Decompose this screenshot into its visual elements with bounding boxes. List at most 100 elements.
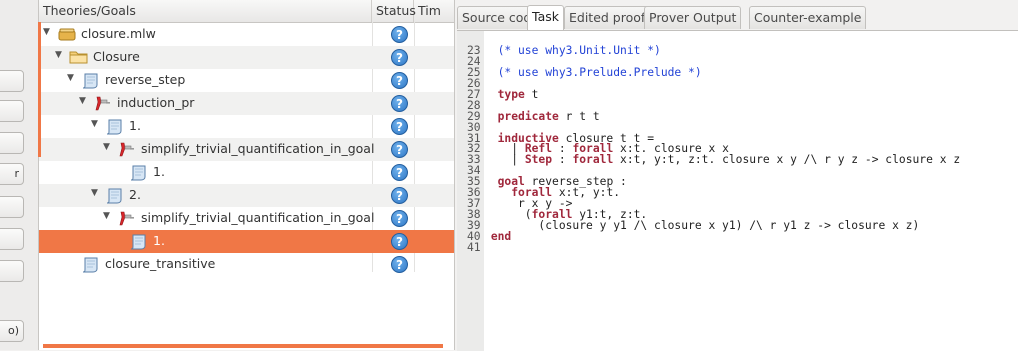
- left-toolbar: r o): [0, 0, 38, 350]
- code-line: 40 end: [467, 229, 960, 243]
- tree-row-label: 1.: [129, 118, 141, 133]
- tree-row[interactable]: ▼ Closure?: [39, 46, 454, 69]
- status-unknown-icon: ?: [391, 95, 408, 112]
- code-token: Step: [524, 153, 553, 167]
- tree-row[interactable]: ▼ induction_pr?: [39, 92, 454, 115]
- expand-arrow-icon[interactable]: ▼: [91, 119, 98, 129]
- expand-arrow-icon[interactable]: ▼: [91, 188, 98, 198]
- status-unknown-icon: ?: [391, 187, 408, 204]
- tree-row-label: simplify_trivial_quantification_in_goal: [141, 141, 375, 156]
- code-token: end: [490, 229, 512, 243]
- toolbar-button[interactable]: [0, 132, 24, 154]
- code-token: (closure y y1 /\ closure x y1) /\ r y1 z…: [484, 219, 920, 232]
- goal-scroll-icon: [81, 256, 101, 276]
- tree-row-label: reverse_step: [105, 72, 186, 87]
- code-token: r t t: [558, 109, 600, 123]
- tree-row-label: simplify_trivial_quantification_in_goal: [141, 210, 375, 225]
- goal-scroll-icon: [105, 187, 125, 207]
- tab-counter-example[interactable]: Counter-example: [749, 6, 867, 29]
- tree-row[interactable]: 1.?: [39, 230, 454, 253]
- goal-scroll-icon: [81, 72, 101, 92]
- code-line: 25 (* use why3.Prelude.Prelude *): [467, 65, 960, 79]
- status-unknown-icon: ?: [391, 210, 408, 227]
- column-theories-goals[interactable]: Theories/Goals: [39, 0, 372, 22]
- tree-row-label: closure_transitive: [105, 256, 216, 271]
- tree-row[interactable]: closure_transitive?: [39, 253, 454, 276]
- tab-edited-proof[interactable]: Edited proof: [564, 6, 651, 29]
- line-number: 41: [467, 240, 481, 254]
- code-view[interactable]: 23 (* use why3.Unit.Unit *) 24 25 (* use w…: [457, 30, 1018, 351]
- expand-arrow-icon[interactable]: ▼: [103, 142, 110, 152]
- status-unknown-icon: ?: [391, 72, 408, 89]
- expand-arrow-icon[interactable]: ▼: [43, 27, 50, 37]
- toolbar-button[interactable]: [0, 260, 24, 282]
- code-token: forall: [572, 153, 614, 167]
- goal-scroll-icon: [105, 118, 125, 138]
- expand-arrow-icon[interactable]: ▼: [67, 73, 74, 83]
- code-token: (* use why3.Prelude.Prelude *): [484, 65, 702, 79]
- code-line: 41: [467, 240, 960, 254]
- folder-icon: [69, 49, 89, 68]
- tab-prover-output[interactable]: Prover Output: [644, 6, 742, 29]
- code-token: predicate: [497, 109, 559, 123]
- code-token: x:t, y:t, z:t. closure x y /\ r y z -> c…: [613, 153, 961, 167]
- tree-row-label: induction_pr: [117, 95, 195, 110]
- tab-task[interactable]: Task: [527, 5, 564, 30]
- code-line: 29 predicate r t t: [467, 109, 960, 123]
- status-unknown-icon: ?: [391, 49, 408, 66]
- code-token: |: [484, 153, 525, 167]
- tree-row-label: 1.: [153, 164, 165, 179]
- toolbar-button[interactable]: o): [0, 320, 24, 342]
- tree-row[interactable]: ▼ 1.?: [39, 115, 454, 138]
- status-unknown-icon: ?: [391, 118, 408, 135]
- tree-row-label: closure.mlw: [81, 26, 156, 41]
- column-time[interactable]: Tim: [414, 0, 454, 22]
- tree-row-label: Closure: [93, 49, 140, 64]
- toolbar-button[interactable]: [0, 100, 24, 122]
- transformation-icon: [93, 95, 113, 115]
- code-token: (* use why3.Unit.Unit *): [484, 44, 661, 57]
- code-token: :: [552, 153, 573, 167]
- expand-arrow-icon[interactable]: ▼: [103, 211, 110, 221]
- status-unknown-icon: ?: [391, 26, 408, 43]
- goal-scroll-icon: [129, 233, 149, 253]
- code-line: 23 (* use why3.Unit.Unit *): [467, 44, 960, 57]
- tree-row[interactable]: ▼ simplify_trivial_quantification_in_goal…: [39, 207, 454, 230]
- toolbar-button[interactable]: [0, 196, 24, 218]
- file-icon: [57, 26, 77, 45]
- tree-row[interactable]: ▼ reverse_step?: [39, 69, 454, 92]
- code-line: 27 type t: [467, 87, 960, 101]
- toolbar-button[interactable]: [0, 70, 24, 92]
- tree-row[interactable]: ▼ 2.?: [39, 184, 454, 207]
- status-unknown-icon: ?: [391, 141, 408, 158]
- transformation-icon: [117, 210, 137, 230]
- proof-tree-panel: Theories/Goals Status Tim ▼ closure.mlw? ▼…: [38, 0, 455, 350]
- tree-row[interactable]: ▼ closure.mlw?: [39, 23, 454, 46]
- toolbar-button[interactable]: r: [0, 163, 24, 185]
- code-line: 26: [467, 78, 960, 90]
- code-token: t: [524, 87, 539, 101]
- code-line: 33 | Step : forall x:t, y:t, z:t. closur…: [467, 153, 961, 167]
- status-unknown-icon: ?: [391, 164, 408, 181]
- code-line: 39 (closure y y1 /\ closure x y1) /\ r y…: [467, 219, 960, 232]
- tree-row[interactable]: ▼ simplify_trivial_quantification_in_goal…: [39, 138, 454, 161]
- status-unknown-icon: ?: [391, 233, 408, 250]
- expand-arrow-icon[interactable]: ▼: [55, 50, 62, 60]
- horizontal-scrollbar[interactable]: [43, 344, 443, 348]
- column-status[interactable]: Status: [372, 0, 416, 22]
- toolbar-button[interactable]: [0, 228, 24, 250]
- status-unknown-icon: ?: [391, 256, 408, 273]
- tree-focus-indicator: [38, 22, 41, 157]
- tree-row-label: 1.: [153, 233, 165, 248]
- task-panel: Source code Task Edited proof Prover Output…: [457, 0, 1018, 351]
- code-token: type: [497, 87, 525, 101]
- transformation-icon: [117, 141, 137, 161]
- tree-row[interactable]: 1.?: [39, 161, 454, 184]
- goal-scroll-icon: [129, 164, 149, 184]
- tree-row-label: 2.: [129, 187, 141, 202]
- tree-header: Theories/Goals Status Tim: [39, 0, 454, 23]
- expand-arrow-icon[interactable]: ▼: [79, 96, 86, 106]
